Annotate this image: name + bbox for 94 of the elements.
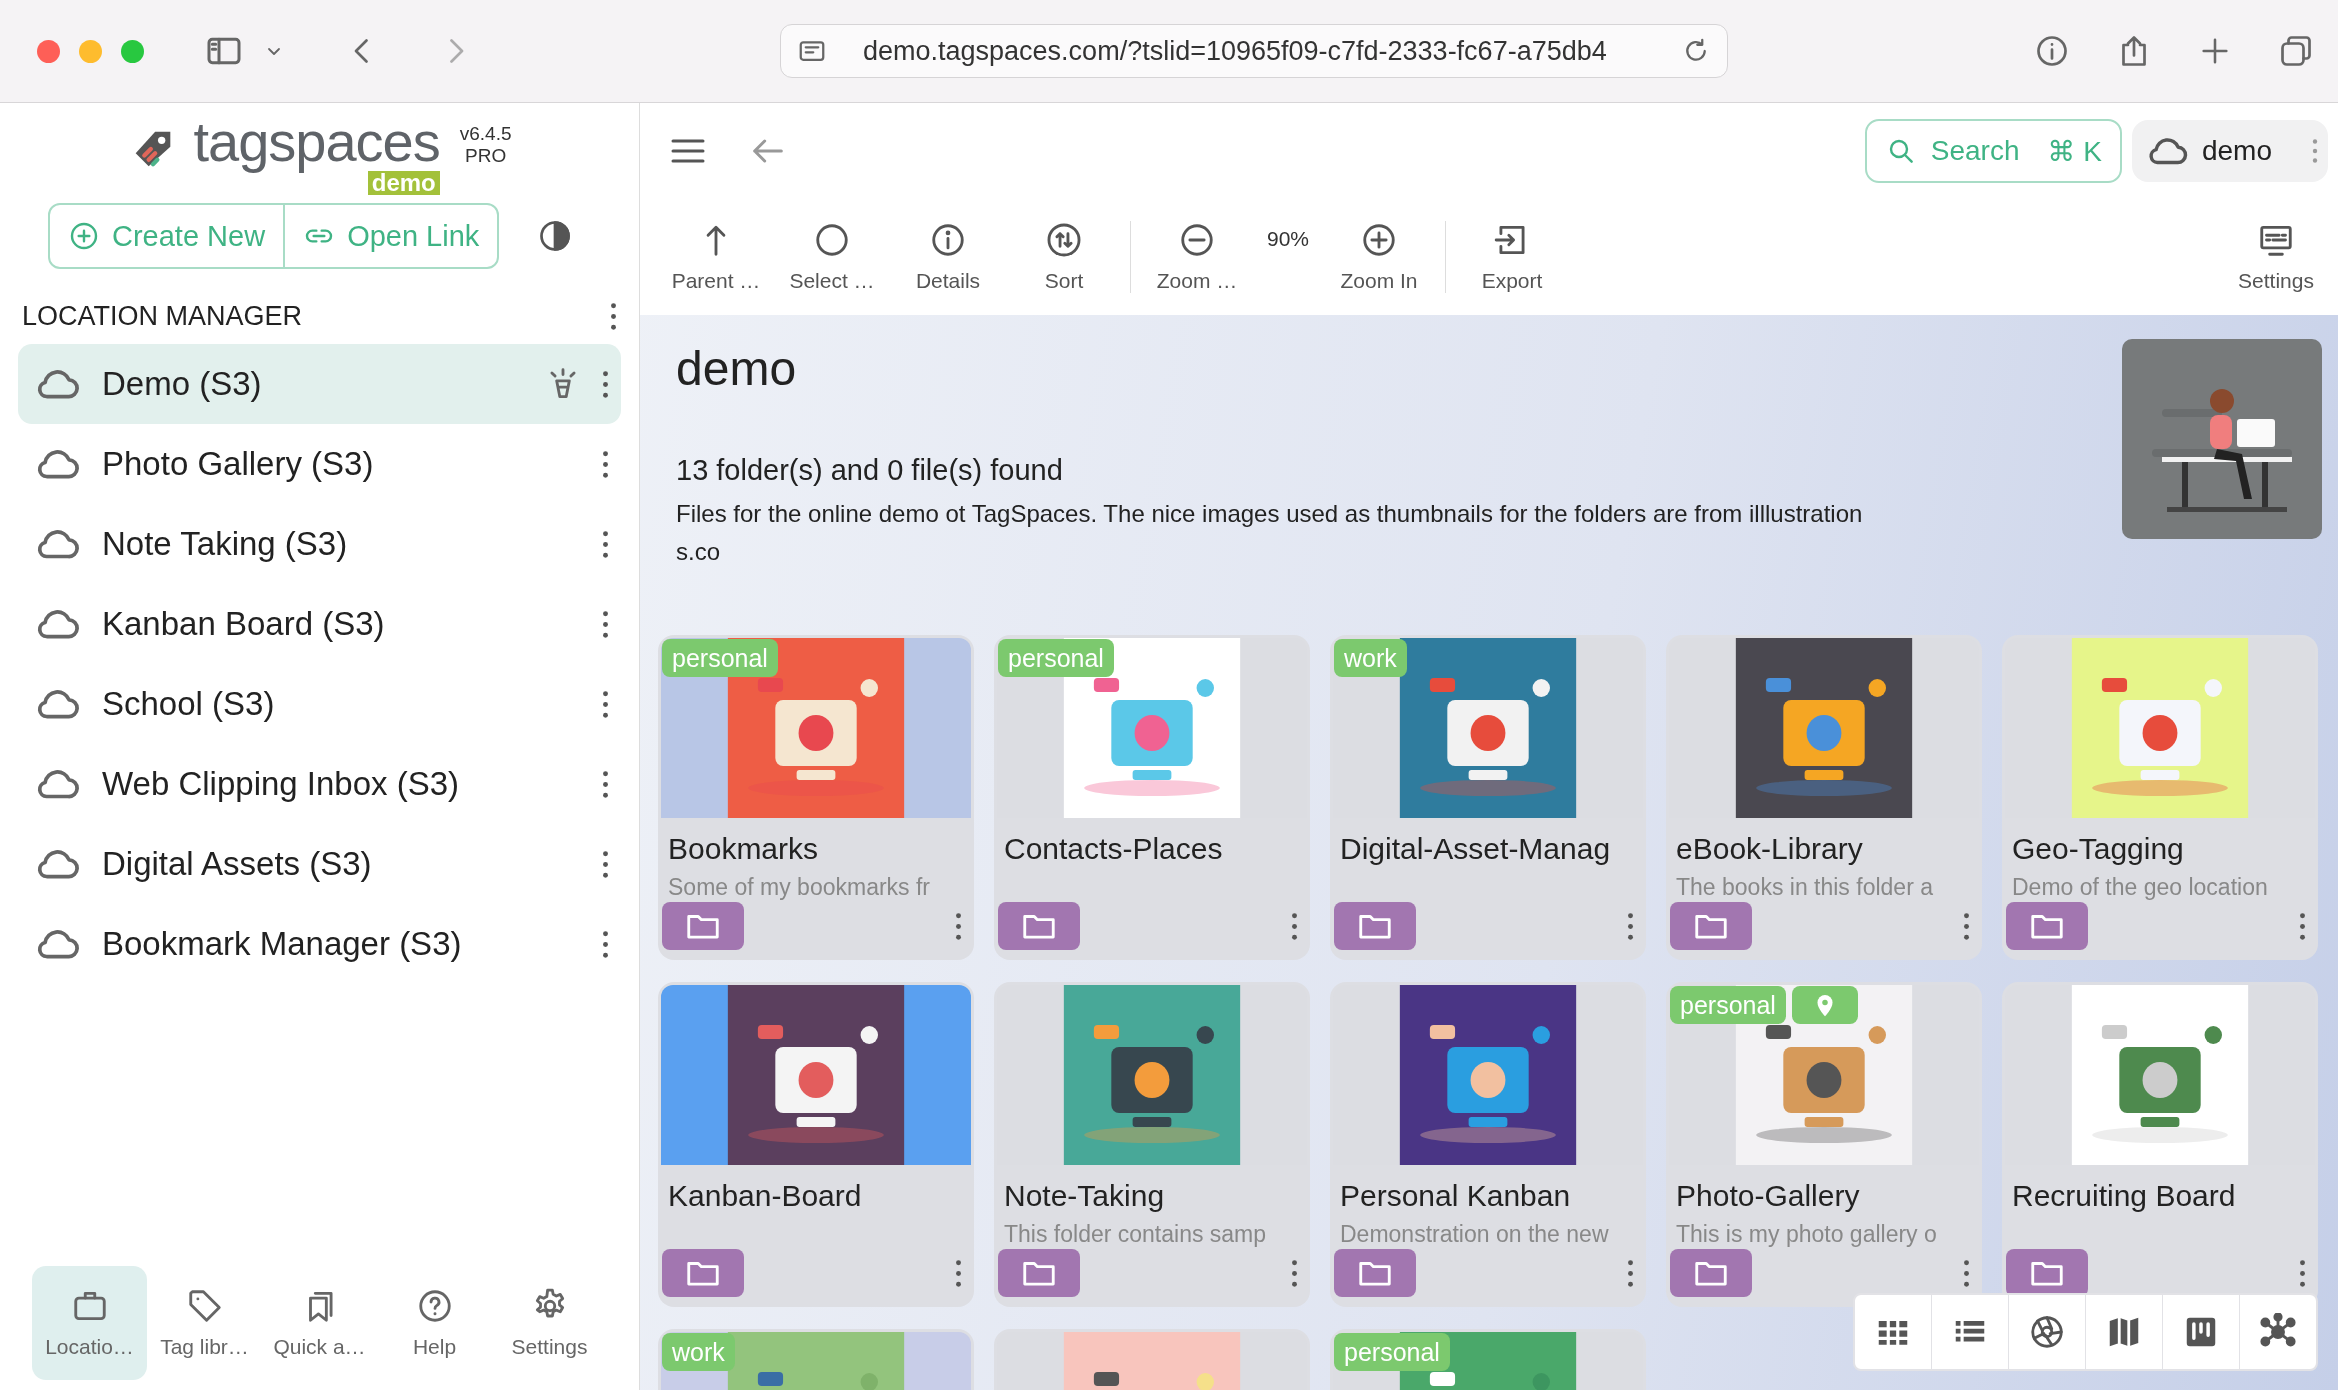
toolbar-button[interactable]: Parent … — [658, 221, 774, 293]
more-icon[interactable] — [1963, 912, 1970, 940]
more-icon[interactable] — [1291, 1259, 1298, 1287]
nav-tab[interactable]: Quick a… — [262, 1266, 377, 1380]
folder-description: Demo of the geo location — [2012, 874, 2269, 901]
circle-icon — [813, 221, 851, 259]
location-item[interactable]: Bookmark Manager (S3) — [18, 904, 621, 984]
more-icon[interactable] — [955, 1259, 962, 1287]
zoom-level: 90% — [1266, 227, 1311, 251]
more-icon[interactable] — [602, 610, 609, 638]
folder-description: Demonstration on the new — [1340, 1221, 1610, 1248]
folder-title: Photo-Gallery — [1676, 1179, 1861, 1213]
folder-button[interactable] — [998, 902, 1080, 950]
sort-icon — [1045, 221, 1083, 259]
folder-title: Recruiting Board — [2012, 1179, 2237, 1213]
location-item[interactable]: Demo (S3) — [18, 344, 621, 424]
location-item[interactable]: School (S3) — [18, 664, 621, 744]
more-icon[interactable] — [602, 370, 609, 398]
folder-description: Some of my bookmarks fr — [668, 874, 932, 901]
folder-button[interactable] — [662, 1249, 744, 1297]
folder-title: Digital-Asset-Manag — [1340, 832, 1612, 866]
more-icon[interactable] — [602, 690, 609, 718]
toolbar-button[interactable]: Export — [1454, 221, 1571, 293]
folder-button[interactable] — [662, 902, 744, 950]
logo-badge: demo — [367, 170, 440, 195]
location-item[interactable]: Digital Assets (S3) — [18, 824, 621, 904]
edition-text: PRO — [465, 145, 507, 167]
location-name: Web Clipping Inbox (S3) — [102, 765, 461, 803]
toolbar-button[interactable]: Sort — [1006, 221, 1122, 293]
window-close-button[interactable] — [37, 39, 60, 63]
more-icon[interactable] — [1627, 1259, 1634, 1287]
more-icon[interactable] — [602, 450, 609, 478]
folder-button[interactable] — [1334, 1249, 1416, 1297]
folder-title: eBook-Library — [1676, 832, 1864, 866]
location-name: Note Taking (S3) — [102, 525, 349, 563]
folder-title: Kanban-Board — [668, 1179, 863, 1213]
url-text: demo.tagspaces.com/?tslid=10965f09-c7fd-2333-fc67-a75db4 — [863, 35, 1608, 67]
folder-description: This folder contains samp — [1004, 1221, 1268, 1248]
location-item[interactable]: Web Clipping Inbox (S3) — [18, 744, 621, 824]
location-name: School (S3) — [102, 685, 276, 723]
more-icon[interactable] — [1627, 912, 1634, 940]
more-icon[interactable] — [610, 303, 617, 330]
location-item[interactable]: Kanban Board (S3) — [18, 584, 621, 664]
location-name: Kanban Board (S3) — [102, 605, 386, 643]
toolbar-button[interactable]: Zoom … — [1139, 221, 1255, 293]
folder-button[interactable] — [1670, 1249, 1752, 1297]
more-icon[interactable] — [2299, 912, 2306, 940]
info-icon[interactable] — [2034, 33, 2070, 69]
zoom-out-icon — [1178, 221, 1216, 259]
summary-text: 13 folder(s) and 0 file(s) found — [676, 454, 1064, 487]
more-icon[interactable] — [602, 930, 609, 958]
nav-tab[interactable]: Locatio… — [32, 1266, 147, 1380]
folder-button[interactable] — [1670, 902, 1752, 950]
section-title: LOCATION MANAGER — [22, 301, 303, 332]
account-chip[interactable]: demo — [2131, 120, 2328, 182]
folder-description: The books in this folder a — [1676, 874, 1934, 901]
location-name: Demo (S3) — [102, 365, 263, 403]
tabs-icon[interactable] — [2278, 33, 2314, 69]
location-name: Photo Gallery (S3) — [102, 445, 375, 483]
location-item[interactable]: Note Taking (S3) — [18, 504, 621, 584]
folder-button[interactable] — [2006, 902, 2088, 950]
address-bar[interactable]: demo.tagspaces.com/?tslid=10965f09-c7fd-2333-fc67-a75db4 — [780, 24, 1728, 78]
toolbar-button[interactable]: Select … — [774, 221, 890, 293]
nav-tab[interactable]: Help — [377, 1266, 492, 1380]
folder-button[interactable] — [998, 1249, 1080, 1297]
folder-title: Personal Kanban — [1340, 1179, 1572, 1213]
more-icon[interactable] — [602, 530, 609, 558]
more-icon — [2312, 139, 2318, 163]
toolbar-button[interactable]: Settings — [2218, 221, 2334, 293]
more-icon[interactable] — [602, 770, 609, 798]
info-icon — [929, 221, 967, 259]
plus-circle-icon — [68, 220, 100, 252]
more-icon[interactable] — [955, 912, 962, 940]
more-icon[interactable] — [2299, 1259, 2306, 1287]
folder-title: Bookmarks — [668, 832, 820, 866]
folder-title: Contacts-Places — [1004, 832, 1224, 866]
nav-tab[interactable]: Tag libr… — [147, 1266, 262, 1380]
location-name: Digital Assets (S3) — [102, 845, 373, 883]
folder-heading: demo — [676, 341, 798, 396]
more-icon[interactable] — [1291, 912, 1298, 940]
folder-title: Geo-Tagging — [2012, 832, 2185, 866]
version-text: v6.4.5 — [459, 123, 512, 145]
more-icon[interactable] — [1963, 1259, 1970, 1287]
folder-title: Note-Taking — [1004, 1179, 1166, 1213]
more-icon[interactable] — [602, 850, 609, 878]
toolbar-button[interactable]: Details — [890, 221, 1006, 293]
folder-description: Files for the online demo ot TagSpaces. The nice images used as thumbnails for the folders are from illlustration s.co — [676, 499, 1864, 567]
folder-description: This is my photo gallery o — [1676, 1221, 1938, 1248]
location-name: Bookmark Manager (S3) — [102, 925, 463, 963]
aperture-icon — [2028, 1313, 2066, 1351]
folder-button[interactable] — [1334, 902, 1416, 950]
toolbar-button[interactable]: Zoom In — [1321, 221, 1438, 293]
location-item[interactable]: Photo Gallery (S3) — [18, 424, 621, 504]
nav-tab[interactable]: Settings — [492, 1266, 607, 1380]
